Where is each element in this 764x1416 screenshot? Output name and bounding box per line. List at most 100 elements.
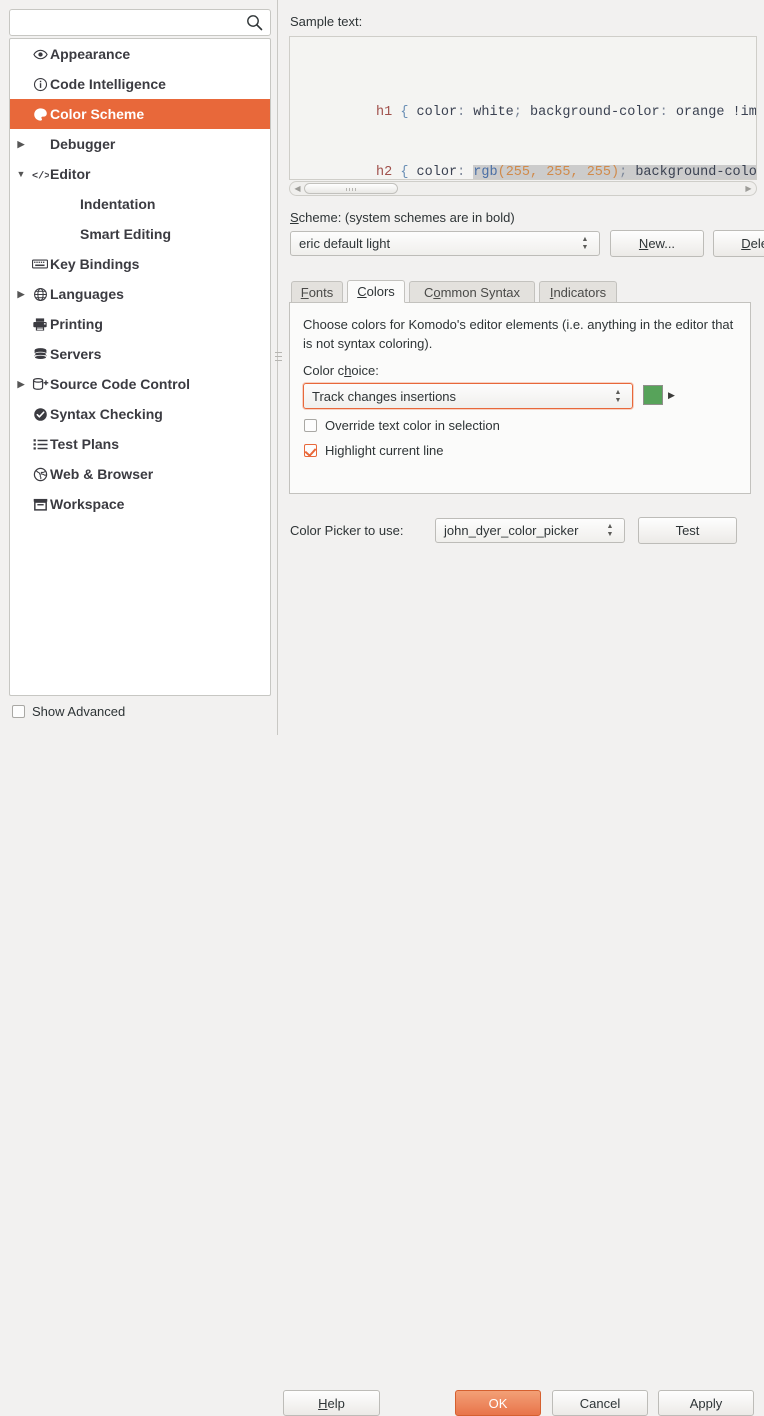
chevron-right-icon[interactable]: ▶ bbox=[12, 379, 30, 389]
sidebar-item-languages[interactable]: ▶ Languages bbox=[10, 279, 270, 309]
tab-label: Colors bbox=[357, 284, 395, 299]
color-swatch[interactable] bbox=[643, 385, 663, 405]
world-icon bbox=[30, 467, 50, 482]
sample-code: h1 { color: white; background-color: ora… bbox=[290, 43, 757, 179]
splitter-grip[interactable] bbox=[275, 352, 282, 366]
delete-scheme-button[interactable]: Delete bbox=[713, 230, 764, 257]
preferences-dialog: Appearance Code Intelligence Color Scheme ▶… bbox=[0, 0, 764, 1416]
color-picker-value: john_dyer_color_picker bbox=[444, 523, 579, 538]
sidebar-item-label: Test Plans bbox=[50, 436, 119, 452]
sidebar-item-label: Code Intelligence bbox=[50, 76, 166, 92]
tab-indicators[interactable]: Indicators bbox=[539, 281, 617, 303]
sidebar-item-label: Printing bbox=[50, 316, 103, 332]
highlight-current-line-checkbox[interactable] bbox=[304, 444, 317, 457]
sidebar-item-web-browser[interactable]: Web & Browser bbox=[10, 459, 270, 489]
color-choice-label: Color choice: bbox=[303, 363, 379, 378]
search-box[interactable] bbox=[9, 9, 271, 37]
override-text-color-label: Override text color in selection bbox=[325, 418, 500, 433]
tab-fonts[interactable]: Fonts bbox=[291, 281, 343, 303]
sidebar-item-label: Editor bbox=[50, 166, 91, 182]
sidebar-item-label: Workspace bbox=[50, 496, 125, 512]
tab-label: Indicators bbox=[549, 285, 607, 300]
chevron-updown-icon: ▲ ▼ bbox=[606, 523, 614, 538]
color-picker-select[interactable]: john_dyer_color_picker ▲ ▼ bbox=[435, 518, 625, 543]
sidebar-item-workspace[interactable]: Workspace bbox=[10, 489, 270, 519]
sidebar-item-smart-editing[interactable]: Smart Editing bbox=[10, 219, 270, 249]
database-icon bbox=[30, 347, 50, 362]
chevron-right-icon[interactable]: ▶ bbox=[12, 289, 30, 299]
override-text-color-checkbox[interactable] bbox=[304, 419, 317, 432]
sample-text-label: Sample text: bbox=[290, 14, 363, 29]
chevron-updown-icon: ▲ ▼ bbox=[581, 236, 589, 251]
scheme-label-text: cheme: (system schemes are in bold) bbox=[298, 210, 515, 225]
sidebar-item-code-intelligence[interactable]: Code Intelligence bbox=[10, 69, 270, 99]
sidebar-item-indentation[interactable]: Indentation bbox=[10, 189, 270, 219]
chevron-down-icon[interactable]: ▼ bbox=[12, 169, 30, 179]
test-picker-button[interactable]: Test bbox=[638, 517, 737, 544]
scheme-label: Scheme: (system schemes are in bold) bbox=[290, 210, 515, 225]
color-picker-label: Color Picker to use: bbox=[290, 523, 404, 538]
sidebar-item-label: Indentation bbox=[80, 196, 156, 212]
sidebar-item-printing[interactable]: Printing bbox=[10, 309, 270, 339]
splitter-line bbox=[277, 0, 278, 735]
tab-label: Common Syntax bbox=[423, 285, 521, 300]
sidebar-pane: Appearance Code Intelligence Color Scheme ▶… bbox=[0, 0, 272, 735]
swatch-menu-arrow-icon[interactable]: ▶ bbox=[668, 390, 675, 401]
printer-icon bbox=[30, 317, 50, 332]
highlight-current-line-row[interactable]: Highlight current line bbox=[304, 443, 444, 458]
info-icon bbox=[30, 77, 50, 92]
sidebar-item-source-code-control[interactable]: ▶ Source Code Control bbox=[10, 369, 270, 399]
check-circle-icon bbox=[30, 407, 50, 422]
sidebar-item-servers[interactable]: Servers bbox=[10, 339, 270, 369]
panel-description: Choose colors for Komodo's editor elemen… bbox=[303, 317, 734, 351]
settings-tabs[interactable]: Fonts Colors Common Syntax Indicators bbox=[289, 280, 757, 303]
sidebar-item-label: Web & Browser bbox=[50, 466, 154, 482]
sidebar-item-color-scheme[interactable]: Color Scheme bbox=[10, 99, 270, 129]
sidebar-item-editor[interactable]: ▼ </> Editor bbox=[10, 159, 270, 189]
color-choice-select[interactable]: Track changes insertions ▲ ▼ bbox=[303, 383, 633, 409]
pane-splitter[interactable] bbox=[274, 0, 283, 735]
content-pane: Sample text: h1 { color: white; backgrou… bbox=[283, 0, 764, 735]
scrollbar-thumb[interactable] bbox=[304, 183, 398, 194]
colors-tab-panel: Choose colors for Komodo's editor elemen… bbox=[289, 302, 751, 494]
code-line: h1 { color: white; background-color: ora… bbox=[376, 105, 757, 120]
preferences-tree[interactable]: Appearance Code Intelligence Color Scheme ▶… bbox=[9, 38, 271, 696]
highlight-current-line-label: Highlight current line bbox=[325, 443, 444, 458]
cancel-button[interactable]: Cancel bbox=[552, 1390, 648, 1416]
search-icon bbox=[246, 14, 263, 31]
sidebar-item-label: Smart Editing bbox=[80, 226, 172, 242]
sample-code-preview[interactable]: h1 { color: white; background-color: ora… bbox=[289, 36, 757, 180]
new-scheme-button[interactable]: New... bbox=[610, 230, 704, 257]
sidebar-item-label: Key Bindings bbox=[50, 256, 140, 272]
tab-common-syntax[interactable]: Common Syntax bbox=[409, 281, 535, 303]
keyboard-icon bbox=[30, 258, 50, 270]
sidebar-item-syntax-checking[interactable]: Syntax Checking bbox=[10, 399, 270, 429]
sidebar-item-key-bindings[interactable]: Key Bindings bbox=[10, 249, 270, 279]
scheme-select-value: eric default light bbox=[299, 236, 391, 251]
archive-icon bbox=[30, 498, 50, 511]
help-button[interactable]: Help bbox=[283, 1390, 380, 1416]
sidebar-item-label: Languages bbox=[50, 286, 124, 302]
sidebar-item-label: Servers bbox=[50, 346, 102, 362]
sidebar-item-label: Source Code Control bbox=[50, 376, 191, 392]
dialog-buttons: Help OK Cancel Apply bbox=[0, 694, 764, 1416]
scroll-left-icon[interactable]: ◀ bbox=[293, 184, 302, 193]
code-horizontal-scrollbar[interactable]: ◀ ▶ bbox=[289, 181, 757, 196]
scroll-right-icon[interactable]: ▶ bbox=[744, 184, 753, 193]
sidebar-item-label: Appearance bbox=[50, 46, 131, 62]
apply-button[interactable]: Apply bbox=[658, 1390, 754, 1416]
ok-button[interactable]: OK bbox=[455, 1390, 541, 1416]
tab-label: Fonts bbox=[300, 285, 334, 300]
sidebar-item-debugger[interactable]: ▶ Debugger bbox=[10, 129, 270, 159]
sidebar-item-appearance[interactable]: Appearance bbox=[10, 39, 270, 69]
svg-text:</>: </> bbox=[32, 170, 49, 181]
override-text-color-row[interactable]: Override text color in selection bbox=[304, 418, 500, 433]
scheme-select[interactable]: eric default light ▲ ▼ bbox=[290, 231, 600, 256]
code-line: h2 { color: rgb(255, 255, 255); backgrou… bbox=[290, 143, 756, 179]
eye-icon bbox=[30, 47, 50, 62]
chevron-right-icon[interactable]: ▶ bbox=[12, 139, 30, 149]
sidebar-item-test-plans[interactable]: Test Plans bbox=[10, 429, 270, 459]
tab-colors[interactable]: Colors bbox=[347, 280, 405, 303]
search-input[interactable] bbox=[17, 10, 239, 37]
color-choice-value: Track changes insertions bbox=[312, 388, 457, 404]
